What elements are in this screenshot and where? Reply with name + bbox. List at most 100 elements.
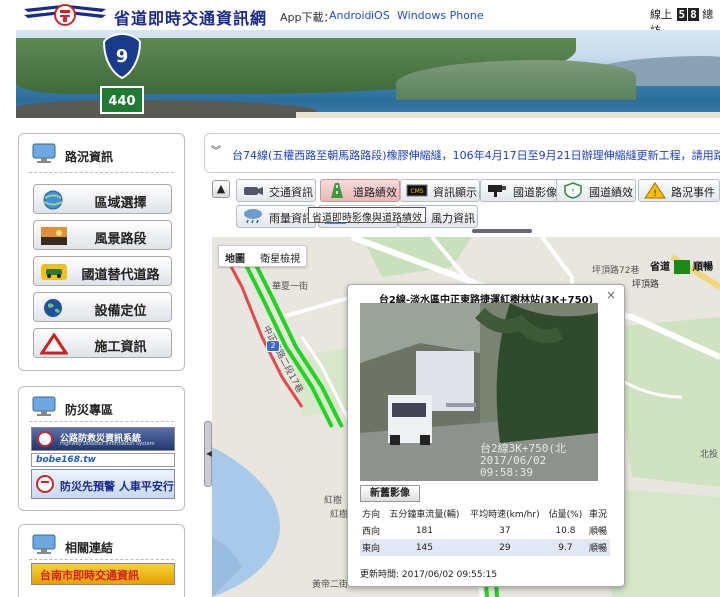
device-locate-button[interactable]: 設備定位	[33, 292, 172, 322]
collapse-toolbar-button[interactable]: ▲	[212, 180, 230, 198]
map-layer-toolbar: ▲ 交通資訊 道路績效 CMS 資訊顯示 國道影像 ! 國道績效 ! 路況事件 …	[204, 177, 720, 233]
legend-swatch-smooth	[674, 260, 690, 274]
region-select-label: 區域選擇	[94, 196, 147, 211]
sidebar-collapse-handle[interactable]: ◀	[204, 421, 212, 487]
table-header-row: 方向 五分鐘車流量(輛) 平均時速(km/hr) 佔量(%) 車況	[360, 505, 610, 522]
highway-logo-icon	[36, 475, 54, 493]
column-header: 方向	[362, 510, 381, 520]
table-cell: 37	[499, 525, 511, 536]
road-info-panel: 路況資訊 區域選擇 風景路段 國道替代道路 設備定位 施工資訊	[18, 133, 185, 371]
layer-cms-display[interactable]: CMS 資訊顯示	[400, 179, 480, 202]
table-cell: 順暢	[585, 539, 610, 556]
header: 省道即時交通資訊網 App下載： Android iOS Windows Pho…	[0, 0, 720, 37]
table-cell: 10.8	[555, 525, 576, 536]
related-links-panel: 相關連結 台南市即時交通資訊	[18, 524, 185, 597]
table-cell: 順暢	[588, 527, 607, 537]
layer-label: 道路績效	[353, 186, 397, 199]
construction-info-label: 施工資訊	[94, 340, 147, 355]
cctv-icon	[488, 185, 506, 197]
camera-info-popup: × 台2線-淡水區中正東路捷運紅樹林站(3K+750) 台2線3K+750(北 …	[347, 284, 625, 587]
layer-label: 國道績效	[589, 186, 633, 199]
column-header: 佔量(%)	[548, 510, 583, 520]
scenic-route-button[interactable]: 風景路段	[33, 220, 172, 250]
update-time: 更新時間: 2017/06/02 09:55:15	[360, 570, 498, 580]
monitor-icon	[32, 396, 56, 416]
divider	[29, 172, 174, 173]
camera-overlay-line: 2017/06/02 09:58:39	[480, 454, 547, 479]
earth-icon	[44, 299, 62, 317]
app-download-label: App下載：	[280, 11, 335, 24]
legend-label-road: 省道	[650, 262, 670, 273]
chevron-down-icon[interactable]: ︾	[211, 142, 221, 157]
tab-satellite[interactable]: 衛星檢視	[254, 246, 306, 269]
map-label: 黃帝二街	[312, 580, 349, 590]
layer-freeway-cctv[interactable]: 國道影像	[480, 179, 560, 202]
layer-traffic-info[interactable]: 交通資訊	[236, 179, 316, 202]
layer-rainfall[interactable]: 雨量資訊	[236, 205, 316, 228]
layer-label: 資訊顯示	[433, 186, 477, 199]
route-sign-number: 9	[116, 46, 129, 67]
layer-label: 風力資訊	[431, 212, 475, 225]
table-cell: 29	[464, 539, 545, 556]
promo-subtitle: Highway Disaster Information System	[60, 441, 155, 447]
camera-icon	[244, 187, 263, 195]
table-cell: 145	[384, 539, 465, 556]
layer-freeway-performance[interactable]: ! 國道績效	[556, 179, 636, 202]
car-icon	[41, 264, 67, 280]
cms-sign-icon: CMS	[406, 184, 428, 197]
rain-icon	[244, 209, 262, 224]
globe-icon	[43, 190, 63, 210]
monitor-icon	[32, 143, 56, 163]
map-label: 坪頂路72巷	[592, 266, 640, 276]
column-header: 車況	[588, 510, 607, 520]
highway-logo[interactable]	[22, 3, 108, 27]
tab-map[interactable]: 地圖	[219, 246, 251, 269]
highway-disaster-system-link[interactable]: 公路防救災資訊系統 Highway Disaster Information S…	[31, 427, 175, 451]
online-digit: 5	[676, 8, 688, 21]
android-link[interactable]: Android	[329, 9, 372, 22]
route-marker[interactable]: 2	[266, 340, 280, 352]
cctv-image[interactable]: 台2線3K+750(北 2017/06/02 09:58:39	[360, 303, 598, 481]
layer-label: 路況事件	[671, 186, 715, 199]
monitor-icon	[32, 534, 56, 554]
road-icon	[331, 183, 343, 198]
map-label: 紅樹	[324, 496, 343, 506]
map-type-tabs: 地圖 衛星檢視	[218, 245, 308, 269]
tainan-traffic-link[interactable]: 台南市即時交通資訊	[31, 563, 175, 585]
table-row: 東向 145 29 9.7 順暢	[360, 539, 610, 556]
divider	[29, 421, 174, 422]
legend-label-smooth: 順暢	[693, 262, 713, 273]
site-title[interactable]: 省道即時交通資訊網	[114, 5, 267, 29]
banner-shore	[296, 112, 720, 118]
layer-label: 雨量資訊	[269, 212, 313, 225]
alternate-route-button[interactable]: 國道替代道路	[33, 256, 172, 286]
announcement-text[interactable]: 台74線(五權西路至朝馬路路段)橡膠伸縮縫，106年4月17日至9月21日辦理伸…	[232, 147, 720, 163]
table-cell: 西向	[362, 527, 381, 537]
traffic-table: 方向 五分鐘車流量(輛) 平均時速(km/hr) 佔量(%) 車況 西向 181…	[360, 505, 610, 556]
column-header: 五分鐘車流量(輛)	[389, 510, 460, 520]
svg-text:!: !	[571, 187, 574, 196]
windows-phone-link[interactable]: Windows Phone	[397, 9, 484, 22]
announcement-marquee[interactable]: ︾ 台74線(五權西路至朝馬路路段)橡膠伸縮縫，106年4月17日至9月21日辦…	[204, 133, 720, 173]
layer-label: 交通資訊	[269, 186, 313, 199]
disaster-warning-link[interactable]: 防災先預警 人車平安行	[31, 469, 175, 499]
map-label: 坪頂路	[632, 280, 660, 290]
layer-road-performance[interactable]: 道路績效	[320, 179, 400, 202]
layer-label: 國道影像	[513, 186, 557, 199]
ios-link[interactable]: iOS	[371, 9, 390, 22]
highway-logo-icon	[37, 431, 53, 447]
table-row: 西向 181 37 10.8 順暢	[360, 522, 610, 539]
bobe168-link[interactable]: bobe168.tw	[31, 453, 175, 467]
region-select-button[interactable]: 區域選擇	[33, 184, 172, 214]
map-label: 北投	[700, 450, 719, 460]
toolbar-resize-grip[interactable]	[472, 229, 532, 233]
disaster-title: 防災專區	[65, 403, 114, 417]
construction-info-button[interactable]: 施工資訊	[33, 328, 172, 358]
promo-title: bobe168.tw	[36, 455, 96, 465]
refresh-image-button[interactable]: 新舊影像	[360, 485, 420, 502]
promo-title: 防災先預警 人車平安行	[60, 480, 174, 493]
road-info-title: 路況資訊	[65, 150, 114, 164]
table-cell: 9.7	[544, 539, 586, 556]
layer-incidents[interactable]: ! 路況事件	[638, 179, 720, 202]
map-legend: 省道 順暢	[650, 258, 713, 274]
